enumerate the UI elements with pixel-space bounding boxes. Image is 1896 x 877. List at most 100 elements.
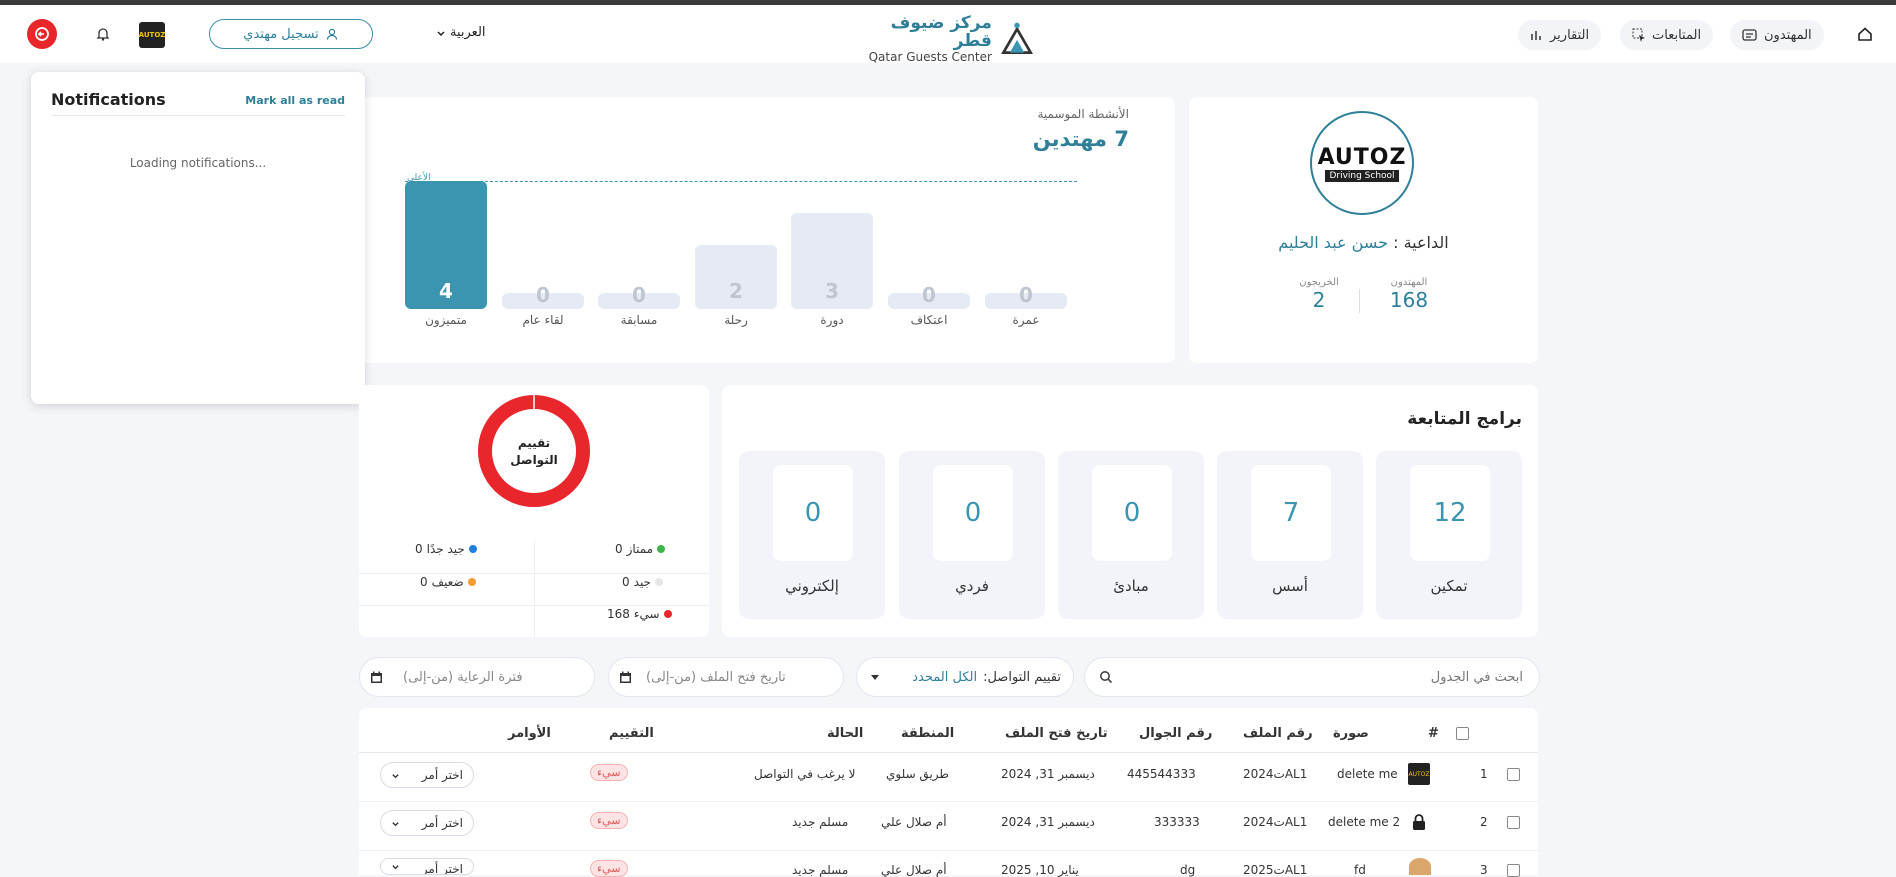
row-checkbox[interactable] [1507, 816, 1520, 829]
program-tamkeen[interactable]: 12 تمكين [1376, 451, 1522, 619]
logout-icon [35, 27, 49, 41]
activity-bar[interactable]: 4 [405, 181, 487, 309]
calendar-icon [371, 671, 382, 683]
search-input[interactable] [1113, 668, 1525, 686]
row-checkbox[interactable] [1507, 768, 1520, 781]
col-open-date: تاريخ فتح الملف [1005, 726, 1108, 741]
legend-divider-h2 [359, 605, 709, 606]
command-select[interactable]: اختر أمر [380, 858, 474, 875]
file-date-range[interactable]: تاريخ فتح الملف (من-إلى) [608, 657, 844, 697]
activity-bar[interactable]: 0 [985, 283, 1067, 309]
command-select[interactable]: اختر أمر [380, 810, 474, 836]
table-row-divider [359, 850, 1538, 851]
activity-bar[interactable]: 3 [791, 213, 873, 309]
donut-title-line1: تقييم [517, 436, 551, 450]
nav-reports[interactable]: التقارير [1518, 20, 1602, 50]
notifications-bell-button[interactable] [89, 20, 117, 48]
bar-label: متميزون [425, 313, 467, 327]
logo-english-text: Qatar Guests Center [868, 50, 992, 64]
legend-label: جيد جدًا [426, 542, 465, 556]
notifications-title: Notifications [51, 90, 166, 109]
notifications-loading: Loading notifications... [129, 156, 267, 170]
legend-label: جيد [633, 575, 651, 589]
rating-filter-select[interactable]: تقييم التواصل: الكل المحدد [856, 657, 1074, 697]
row-name[interactable]: delete me [1337, 767, 1398, 781]
program-label: مبادئ [1113, 577, 1149, 595]
row-photo: AUTOZ [1408, 763, 1430, 785]
row-checkbox[interactable] [1507, 864, 1520, 877]
language-label: العربية [450, 25, 486, 40]
preacher-name: حسن عبد الحليم [1278, 233, 1389, 252]
activity-bar[interactable]: 0 [598, 283, 680, 309]
bar-label: عمرة [1012, 313, 1040, 327]
legend-value: 0 [420, 575, 428, 589]
register-beneficiary-button[interactable]: تسجيل مهتدي [209, 19, 373, 49]
program-value: 0 [933, 465, 1013, 561]
preacher-label: الداعية : [1393, 233, 1449, 252]
notifications-panel: Notifications Mark all as read Loading n… [31, 72, 365, 404]
table-row-divider [359, 801, 1538, 802]
logo-subtext: Driving School [1325, 169, 1399, 182]
legend-excellent: ممتاز 0 [615, 542, 666, 556]
bar-label: دورة [820, 313, 844, 327]
command-select[interactable]: اختر أمر [380, 762, 474, 788]
select-all-checkbox[interactable] [1456, 727, 1469, 740]
activity-bar[interactable]: 2 [695, 245, 777, 309]
nav-beneficiaries[interactable]: المهتدون [1730, 20, 1824, 50]
legend-divider-v [534, 541, 535, 637]
user-avatar[interactable]: AUTOZ [139, 22, 165, 48]
legend-label: ممتاز [626, 542, 654, 556]
row-status: مسلم جديد [792, 815, 849, 829]
legend-dot [468, 545, 477, 553]
seasonal-activities-card: الأنشطة الموسمية 7 مهتدين الأعلى 4 متميزو… [359, 97, 1175, 363]
rating-badge: سيء [590, 812, 628, 829]
caret-down-icon [871, 674, 879, 680]
legend-good: جيد 0 [622, 575, 663, 589]
bar-label: مسابقة [620, 313, 658, 327]
activity-bar[interactable]: 0 [888, 283, 970, 309]
max-line [405, 181, 1077, 182]
chevron-down-icon [392, 865, 399, 870]
nav-beneficiaries-label: المهتدون [1764, 27, 1812, 43]
logo-arabic-text: مركز ضيوف قطر [890, 13, 992, 51]
sponsor-period-range[interactable]: فترة الرعاية (من-إلى) [359, 657, 595, 697]
preacher-profile-card: AUTOZ Driving School الداعية : حسن عبد ا… [1189, 97, 1538, 363]
bar-label: رحلة [724, 313, 748, 327]
center-logo[interactable]: مركز ضيوف قطر Qatar Guests Center [860, 13, 1036, 64]
bar-value: 0 [632, 283, 646, 307]
table-search[interactable] [1084, 657, 1540, 697]
logout-button[interactable] [27, 19, 57, 49]
legend-value: 0 [622, 575, 630, 589]
search-icon [1100, 671, 1113, 684]
program-osos[interactable]: 7 أسس [1217, 451, 1363, 619]
col-photo: صورة [1333, 726, 1369, 741]
activity-bar[interactable]: 0 [502, 283, 584, 309]
legend-very-good: جيد جدًا 0 [415, 542, 477, 556]
row-file-no: ت2024AL1 [1243, 815, 1308, 829]
rating-filter-value: الكل المحدد [912, 669, 978, 685]
nav-followups[interactable]: المتابعات [1620, 20, 1714, 50]
col-rating: التقييم [609, 726, 654, 741]
program-fardi[interactable]: 0 فردي [899, 451, 1045, 619]
mark-all-read-link[interactable]: Mark all as read [245, 94, 345, 107]
register-beneficiary-label: تسجيل مهتدي [243, 26, 319, 42]
program-value: 0 [773, 465, 853, 561]
legend-label: ضعيف [431, 575, 464, 589]
language-selector[interactable]: العربية [432, 25, 486, 40]
rating-badge: سيء [590, 860, 628, 877]
bell-icon [96, 28, 110, 41]
rating-filter-label: تقييم التواصل: [983, 669, 1061, 685]
program-mabadi[interactable]: 0 مبادئ [1058, 451, 1204, 619]
program-label: أسس [1272, 577, 1308, 595]
col-mobile: رقم الجوال [1139, 726, 1213, 741]
nav-followups-label: المتابعات [1652, 27, 1702, 43]
preacher-line: الداعية : حسن عبد الحليم [1189, 233, 1538, 252]
program-electronic[interactable]: 0 إلكتروني [739, 451, 885, 619]
bar-label: لقاء عام [522, 313, 564, 327]
bar-value: 0 [922, 283, 936, 307]
program-value: 0 [1092, 465, 1172, 561]
nav-reports-label: التقارير [1550, 27, 1590, 43]
row-name[interactable]: delete me 2 [1328, 815, 1400, 829]
lock-icon [1413, 814, 1425, 830]
home-button[interactable] [1851, 20, 1879, 48]
